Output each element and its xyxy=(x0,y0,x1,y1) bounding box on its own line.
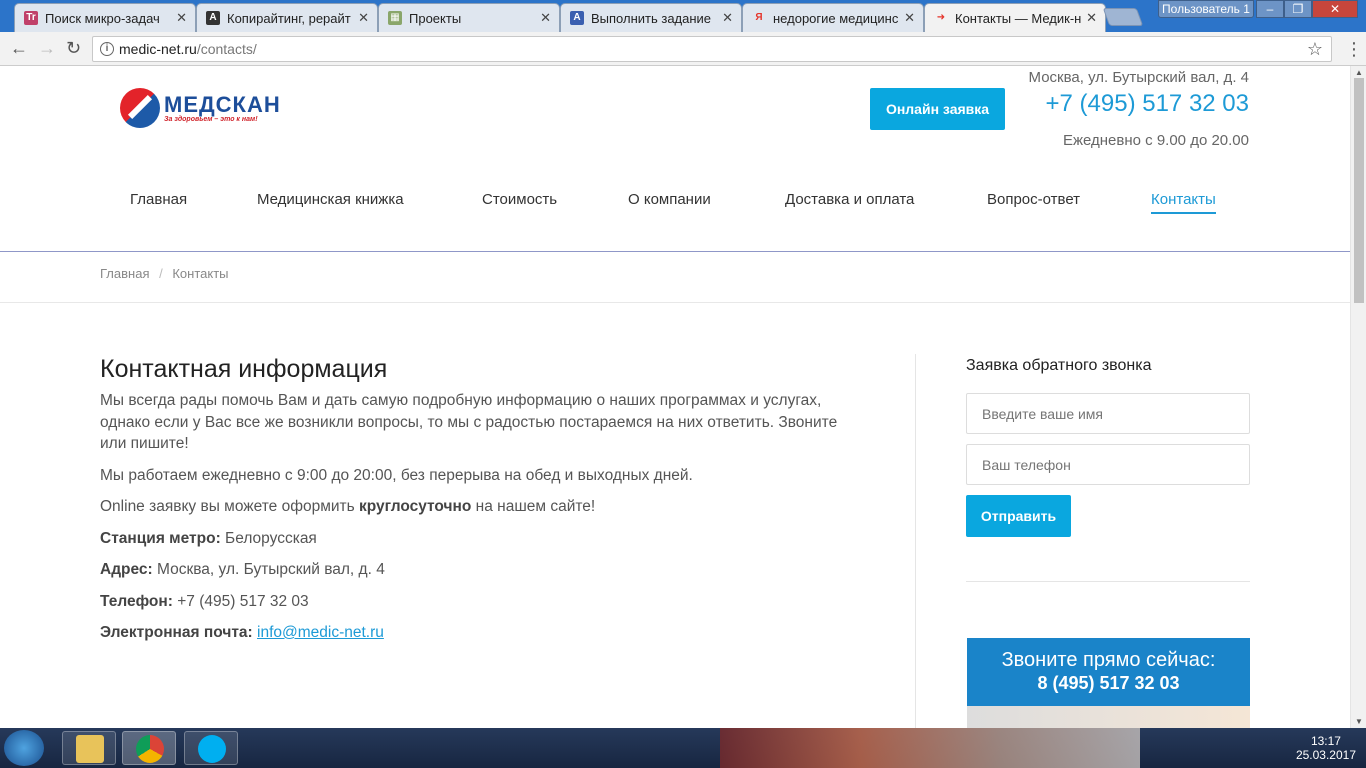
email-line: Электронная почта: info@medic-net.ru xyxy=(100,624,384,641)
bookmark-star-icon[interactable]: ☆ xyxy=(1307,37,1323,61)
start-button[interactable] xyxy=(4,730,44,766)
tab-title: Копирайтинг, рерайт xyxy=(227,10,351,26)
close-icon[interactable]: ✕ xyxy=(904,10,915,26)
online-text: Online заявку вы можете оформить круглос… xyxy=(100,498,596,515)
taskbar-chrome[interactable] xyxy=(122,731,176,765)
header-hours: Ежедневно с 9.00 до 20.00 xyxy=(1062,132,1249,149)
page-title: Контактная информация xyxy=(100,355,388,383)
browser-tab[interactable]: Янедорогие медицинс ✕ xyxy=(742,3,924,32)
logo-mark xyxy=(120,88,160,128)
browser-tab[interactable]: ▦ Проекты ✕ xyxy=(378,3,560,32)
scroll-up-icon[interactable]: ▲ xyxy=(1355,68,1363,77)
phone-input[interactable] xyxy=(966,444,1250,485)
tab-favicon: Я xyxy=(755,12,763,23)
breadcrumb-current: Контакты xyxy=(172,266,229,281)
banner-line1: Звоните прямо сейчас: xyxy=(1001,649,1216,671)
tab-favicon: Tr xyxy=(24,11,38,25)
info-icon[interactable]: i xyxy=(100,42,114,56)
taskbar-explorer[interactable] xyxy=(62,731,116,765)
phone-line: Телефон: +7 (495) 517 32 03 xyxy=(100,592,309,610)
close-icon[interactable]: ✕ xyxy=(722,10,733,26)
browser-tab[interactable]: Tr Поиск микро-задач ✕ xyxy=(14,3,196,32)
page-scrollbar[interactable]: ▲ ▼ xyxy=(1350,66,1366,728)
metro-line: Станция метро: Белорусская xyxy=(100,529,317,547)
tab-title: Выполнить задание xyxy=(591,10,712,26)
name-input[interactable] xyxy=(966,393,1250,434)
address-bar[interactable]: i medic-net.ru/contacts/ ☆ xyxy=(92,36,1332,62)
site-logo[interactable]: МЕДСКАН За здоровьем – это к нам! xyxy=(120,88,281,128)
forward-icon[interactable]: → xyxy=(38,39,56,57)
tab-title: Контакты — Медик-н xyxy=(955,10,1081,26)
toolbar: ← → ↻ i medic-net.ru/contacts/ ☆ ⋮ xyxy=(0,32,1366,66)
chrome-icon xyxy=(136,735,164,763)
banner-photo xyxy=(967,706,1250,728)
call-now-banner[interactable]: Звоните прямо сейчас: 8 (495) 517 32 03 xyxy=(967,638,1250,728)
callback-title: Заявка обратного звонка xyxy=(966,357,1152,374)
online-request-button[interactable]: Онлайн заявка xyxy=(870,88,1005,130)
sidebar-divider xyxy=(966,581,1250,582)
nav-faq[interactable]: Вопрос-ответ xyxy=(987,191,1080,208)
url-path: /contacts/ xyxy=(196,41,257,57)
window-close-icon[interactable]: ✕ xyxy=(1312,0,1358,18)
nav-contacts[interactable]: Контакты xyxy=(1151,191,1216,214)
tab-favicon: ➜ xyxy=(936,12,946,23)
taskbar: 13:17 25.03.2017 xyxy=(0,728,1366,768)
header-address: Москва, ул. Бутырский вал, д. 4 xyxy=(1028,69,1249,86)
nav-med-book[interactable]: Медицинская книжка xyxy=(257,191,404,208)
browser-titlebar: Tr Поиск микро-задач ✕ A Копирайтинг, рерай… xyxy=(0,0,1366,32)
logo-slogan: За здоровьем – это к нам! xyxy=(164,115,258,123)
email-link[interactable]: info@medic-net.ru xyxy=(257,624,384,641)
address-line: Адрес: Москва, ул. Бутырский вал, д. 4 xyxy=(100,561,385,578)
tab-favicon: A xyxy=(570,11,584,25)
nav-about[interactable]: О компании xyxy=(628,191,711,208)
new-tab-button[interactable] xyxy=(1102,8,1144,26)
scrollbar-thumb[interactable] xyxy=(1354,78,1364,303)
profile-button[interactable]: Пользователь 1 xyxy=(1158,0,1254,18)
taskbar-skype[interactable] xyxy=(184,731,238,765)
web-page: МЕДСКАН За здоровьем – это к нам! Онлайн… xyxy=(0,66,1350,728)
browser-tab[interactable]: A Копирайтинг, рерайт ✕ xyxy=(196,3,378,32)
clock-date: 25.03.2017 xyxy=(1295,748,1356,762)
browser-menu-icon[interactable]: ⋮ xyxy=(1345,40,1363,58)
browser-tab[interactable]: A Выполнить задание ✕ xyxy=(560,3,742,32)
tab-favicon: ▦ xyxy=(388,11,402,25)
header-phone[interactable]: +7 (495) 517 32 03 xyxy=(1046,90,1250,118)
nav-delivery[interactable]: Доставка и оплата xyxy=(785,191,914,208)
column-divider xyxy=(915,354,916,728)
tab-title: Проекты xyxy=(409,10,462,26)
callback-form: Заявка обратного звонка Отправить xyxy=(966,357,1250,582)
system-clock[interactable]: 13:17 25.03.2017 xyxy=(1296,734,1356,762)
back-icon[interactable]: ← xyxy=(10,39,28,57)
hours-text: Мы работаем ежедневно с 9:00 до 20:00, б… xyxy=(100,466,693,484)
tab-title: недорогие медицинс xyxy=(773,10,899,26)
send-button[interactable]: Отправить xyxy=(966,495,1071,537)
nav-home[interactable]: Главная xyxy=(130,191,187,208)
tab-title: Поиск микро-задач xyxy=(45,10,160,26)
maximize-icon[interactable]: ❐ xyxy=(1284,0,1312,18)
breadcrumb-separator: / xyxy=(159,266,163,281)
close-icon[interactable]: ✕ xyxy=(540,10,551,26)
contact-info: Контактная информация Мы всегда рады пом… xyxy=(100,354,860,654)
folder-icon xyxy=(76,735,104,763)
close-icon[interactable]: ✕ xyxy=(176,10,187,26)
minimize-icon[interactable]: – xyxy=(1256,0,1284,18)
intro-text: Мы всегда рады помочь Вам и дать самую п… xyxy=(100,392,838,452)
tab-strip: Tr Поиск микро-задач ✕ A Копирайтинг, рерай… xyxy=(14,3,1106,32)
clock-time: 13:17 xyxy=(1310,734,1341,748)
banner-phone: 8 (495) 517 32 03 xyxy=(1037,673,1180,693)
breadcrumb-home[interactable]: Главная xyxy=(100,266,149,281)
url-host: medic-net.ru xyxy=(119,41,197,57)
close-icon[interactable]: ✕ xyxy=(358,10,369,26)
logo-name: МЕДСКАН xyxy=(164,91,281,117)
tab-favicon: A xyxy=(206,11,220,25)
breadcrumb: Главная / Контакты xyxy=(0,252,1350,303)
reload-icon[interactable]: ↻ xyxy=(66,39,81,57)
nav-price[interactable]: Стоимость xyxy=(482,191,557,208)
main-nav: Главная Медицинская книжка Стоимость О к… xyxy=(0,191,1350,214)
wallpaper-strip xyxy=(720,728,1140,768)
close-icon[interactable]: ✕ xyxy=(1086,10,1097,26)
browser-tab-active[interactable]: ➜ Контакты — Медик-н ✕ xyxy=(924,3,1106,32)
scroll-down-icon[interactable]: ▼ xyxy=(1355,717,1363,726)
skype-icon xyxy=(198,735,226,763)
